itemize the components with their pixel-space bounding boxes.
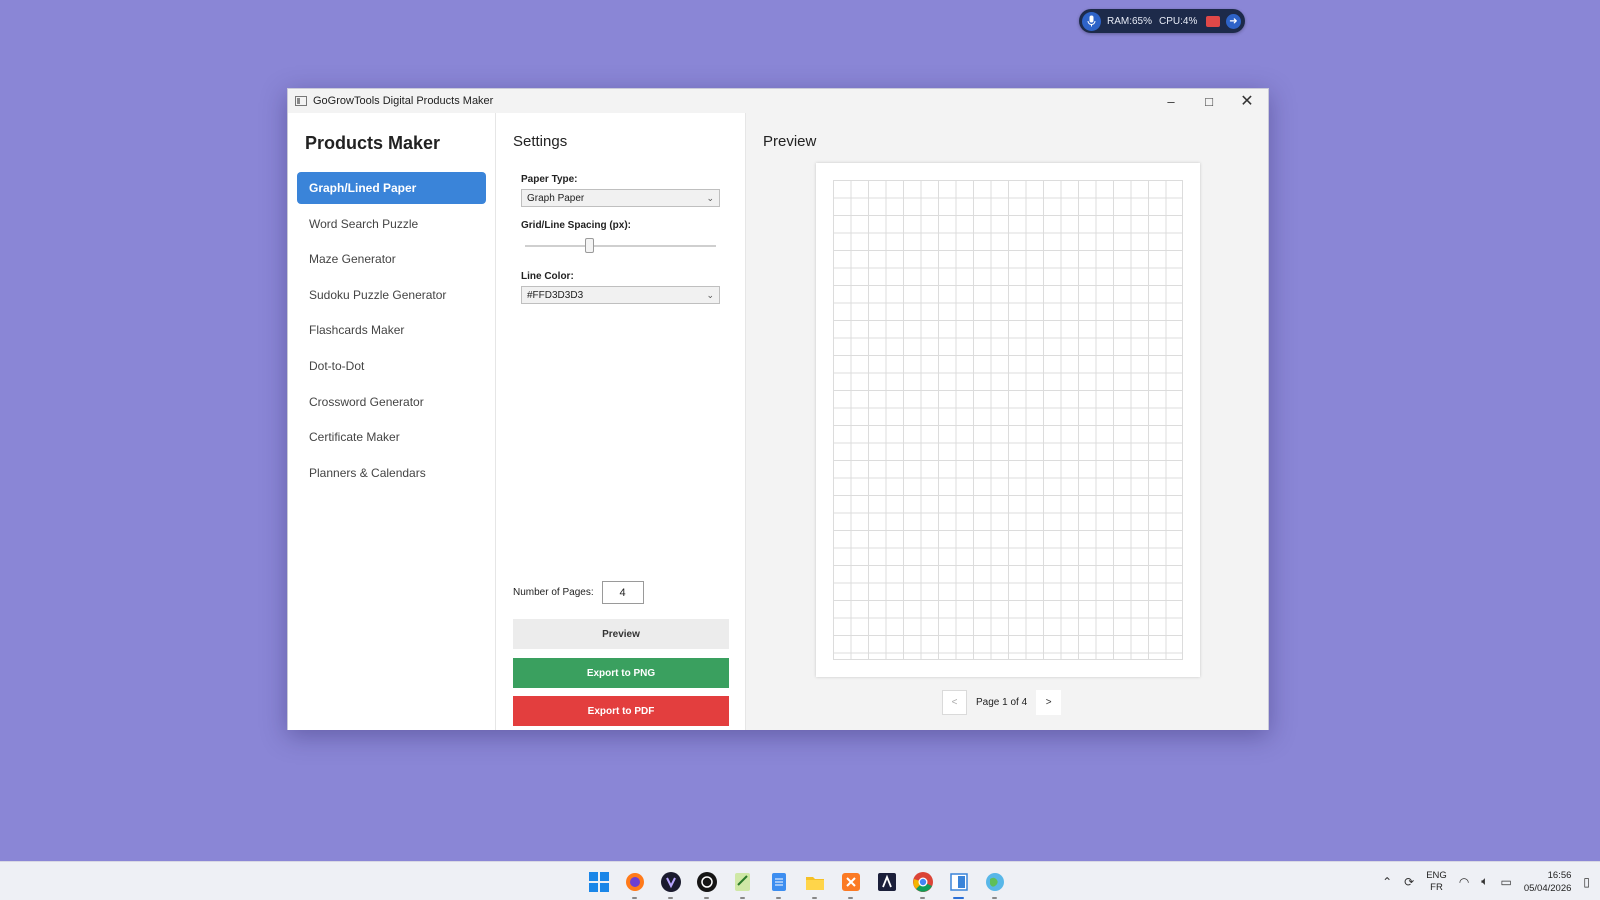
- sidebar-item-maze-generator[interactable]: Maze Generator: [297, 243, 486, 275]
- system-stats: RAM:65% CPU:4%: [1107, 16, 1200, 27]
- record-icon[interactable]: [1206, 15, 1220, 27]
- app-window: GoGrowTools Digital Products Maker – □ ✕…: [287, 88, 1269, 730]
- sidebar-item-sudoku-puzzle-generator[interactable]: Sudoku Puzzle Generator: [297, 279, 486, 311]
- system-tray: ⌃ ⟳ ENG FR ◠ 🔈︎ ▭ 16:56 05/04/2026 ▯: [1382, 862, 1600, 900]
- export-pdf-button[interactable]: Export to PDF: [513, 696, 729, 726]
- spacing-field: Grid/Line Spacing (px):: [521, 220, 729, 257]
- wifi-icon[interactable]: ◠: [1459, 875, 1469, 889]
- sidebar-item-crossword-generator[interactable]: Crossword Generator: [297, 386, 486, 418]
- clock-date: 05/04/2026: [1523, 882, 1572, 894]
- line-color-label: Line Color:: [521, 271, 574, 282]
- paper-type-field: Paper Type: Graph Paper ⌄: [521, 174, 729, 207]
- ram-usage: RAM:65%: [1107, 15, 1153, 27]
- line-color-value: #FFD3D3D3: [527, 289, 584, 301]
- language-indicator[interactable]: ENG FR: [1426, 870, 1447, 894]
- sidebar-item-word-search-puzzle[interactable]: Word Search Puzzle: [297, 208, 486, 240]
- settings-panel: Settings Paper Type: Graph Paper ⌄ Grid/…: [496, 113, 746, 730]
- line-color-select[interactable]: #FFD3D3D3 ⌄: [521, 286, 720, 304]
- close-button[interactable]: ✕: [1228, 89, 1266, 113]
- xampp-icon[interactable]: [839, 870, 862, 899]
- paper-preview: [816, 163, 1200, 677]
- export-png-button[interactable]: Export to PNG: [513, 658, 729, 688]
- pages-row: Number of Pages: 4: [513, 581, 644, 604]
- paper-type-select[interactable]: Graph Paper ⌄: [521, 189, 720, 207]
- sidebar: Products Maker Graph/Lined Paper Word Se…: [288, 113, 496, 730]
- notepad-icon[interactable]: [767, 870, 790, 899]
- slider-thumb[interactable]: [585, 238, 595, 253]
- app-dark-2-icon[interactable]: [695, 870, 718, 899]
- preview-button[interactable]: Preview: [513, 619, 729, 649]
- sidebar-item-certificate-maker[interactable]: Certificate Maker: [297, 421, 486, 453]
- paper-type-label: Paper Type:: [521, 174, 578, 185]
- settings-title: Settings: [513, 133, 568, 150]
- volume-icon[interactable]: 🔈︎: [1481, 874, 1488, 889]
- firefox-icon[interactable]: [623, 870, 646, 899]
- system-monitor-widget[interactable]: RAM:65% CPU:4% ➜: [1079, 9, 1245, 33]
- taskbar-apps: [587, 862, 1006, 900]
- title-bar[interactable]: GoGrowTools Digital Products Maker – □ ✕: [288, 89, 1268, 113]
- sync-icon[interactable]: ⟳: [1404, 875, 1414, 889]
- pagination: < Page 1 of 4 >: [942, 690, 1062, 715]
- arrow-right-icon[interactable]: ➜: [1226, 13, 1241, 29]
- sidebar-item-dot-to-dot[interactable]: Dot-to-Dot: [297, 350, 486, 382]
- pages-input[interactable]: 4: [601, 581, 644, 604]
- taskbar: ⌃ ⟳ ENG FR ◠ 🔈︎ ▭ 16:56 05/04/2026 ▯: [0, 861, 1600, 900]
- sidebar-item-planners-calendars[interactable]: Planners & Calendars: [297, 457, 486, 489]
- file-explorer-icon[interactable]: [803, 870, 826, 899]
- maps-globe-icon[interactable]: [983, 870, 1006, 899]
- paper-type-value: Graph Paper: [527, 192, 585, 204]
- spacing-slider[interactable]: [521, 235, 720, 257]
- spacing-label: Grid/Line Spacing (px):: [521, 220, 632, 231]
- digital-products-maker-icon[interactable]: [947, 870, 970, 899]
- app-dark-1-icon[interactable]: [659, 870, 682, 899]
- sidebar-item-flashcards-maker[interactable]: Flashcards Maker: [297, 314, 486, 346]
- page-indicator: Page 1 of 4: [976, 697, 1028, 708]
- preview-panel: Preview < Page 1 of 4 >: [746, 113, 1268, 730]
- clock-time: 16:56: [1547, 869, 1572, 881]
- slider-track: [525, 245, 716, 247]
- language-top: ENG: [1426, 869, 1447, 881]
- cpu-usage: CPU:4%: [1159, 15, 1198, 27]
- windows-start-icon[interactable]: [587, 870, 610, 893]
- maximize-button[interactable]: □: [1190, 89, 1228, 113]
- sidebar-title: Products Maker: [305, 133, 441, 153]
- notepad-plus-icon[interactable]: [731, 870, 754, 899]
- sidebar-item-graph-lined-paper[interactable]: Graph/Lined Paper: [297, 172, 486, 204]
- pages-label: Number of Pages:: [513, 587, 594, 598]
- chrome-icon[interactable]: [911, 870, 934, 899]
- terminal-a-icon[interactable]: [875, 870, 898, 893]
- chevron-down-icon: ⌄: [706, 289, 714, 300]
- microphone-icon[interactable]: [1082, 11, 1101, 31]
- chevron-down-icon: ⌄: [706, 192, 714, 203]
- chevron-up-icon[interactable]: ⌃: [1382, 875, 1392, 889]
- clock[interactable]: 16:56 05/04/2026: [1524, 869, 1572, 895]
- language-bottom: FR: [1430, 881, 1443, 893]
- notification-icon[interactable]: ▯: [1583, 875, 1590, 889]
- prev-page-button[interactable]: <: [942, 690, 967, 715]
- preview-title: Preview: [763, 133, 817, 150]
- graph-grid: [833, 180, 1183, 660]
- window-title: GoGrowTools Digital Products Maker: [313, 95, 494, 107]
- app-icon: [295, 96, 307, 106]
- line-color-field: Line Color: #FFD3D3D3 ⌄: [521, 271, 729, 304]
- next-page-button[interactable]: >: [1036, 690, 1062, 715]
- battery-icon[interactable]: ▭: [1501, 875, 1512, 889]
- minimize-button[interactable]: –: [1152, 89, 1190, 113]
